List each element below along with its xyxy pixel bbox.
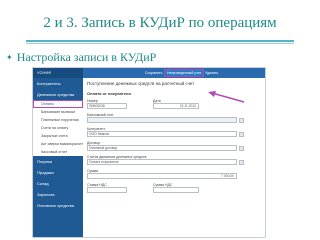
sidebar-subitem-payments[interactable]: Оплаты (33, 100, 83, 108)
sidebar: УСНИФ Контрагенты Денежные средства Опла… (33, 68, 83, 237)
sidebar-item-warehouse[interactable]: Склад (33, 178, 83, 189)
sidebar-item-fixed-assets[interactable]: Основные средства (33, 200, 83, 211)
title-underline-thin (26, 43, 294, 44)
save-button[interactable]: Сохранить (143, 70, 164, 76)
section-title: Оплата от покупателя (87, 91, 131, 96)
cash-flow-item-select-button[interactable] (239, 159, 244, 165)
amount-field[interactable]: 7 000,00 (87, 173, 237, 179)
sidebar-subitem-cash-report[interactable]: Кассовый отчет (33, 148, 83, 156)
bullet-text: Настройка записи в КУДиР (16, 49, 157, 64)
contract-field[interactable]: Основной договор (87, 145, 237, 151)
delete-button[interactable]: Удалить (203, 70, 220, 76)
counterparty-select-button[interactable] (239, 131, 244, 137)
bullet-point: ✦ Настройка записи в КУДиР (6, 49, 156, 65)
bullet-icon: ✦ (6, 52, 13, 62)
sidebar-header[interactable]: УСНИФ (33, 68, 83, 78)
page-title: Поступление денежных средств на расчетны… (87, 81, 195, 86)
slide-title: 2 и 3. Запись в КУДиР по операциям (43, 15, 277, 31)
sidebar-item-salary[interactable]: Зарплата (33, 189, 83, 200)
unposted-accounting-button[interactable]: Непроведенный учет (163, 69, 205, 77)
vat-amount-field[interactable] (153, 187, 199, 193)
sidebar-item-contractors[interactable]: Контрагенты (33, 78, 83, 89)
sidebar-subitem-payment-orders[interactable]: Платежные поручения (33, 116, 83, 124)
toolbar: Сохранить Непроведенный учет Удалить (83, 68, 265, 78)
bank-account-field[interactable] (87, 117, 237, 123)
sidebar-submenu: Оплаты Банковские выписки Платежные пору… (33, 100, 83, 156)
sidebar-item-purchases[interactable]: Покупки (33, 156, 83, 167)
cash-flow-item-field[interactable]: Оплата покупателя (87, 159, 237, 165)
counterparty-field[interactable]: ООО Иванов (87, 131, 237, 137)
date-field[interactable]: 22.11.2012 (153, 103, 199, 109)
sidebar-subitem-reconciliation[interactable]: Акт сверки взаиморасчетов (33, 140, 83, 148)
sidebar-subitem-closed-invoices[interactable]: Закрытые счета (33, 132, 83, 140)
sidebar-item-sales[interactable]: Продажи (33, 167, 83, 178)
pointer-arrow-icon (208, 91, 245, 103)
sidebar-item-money[interactable]: Денежные средства (33, 89, 83, 100)
title-underline (26, 40, 294, 42)
number-field[interactable]: ПКВ00038 (87, 103, 127, 109)
vat-rate-field[interactable] (87, 187, 127, 193)
sidebar-subitem-invoices[interactable]: Счета на оплату (33, 124, 83, 132)
sidebar-subitem-bank-statements[interactable]: Банковские выписки (33, 108, 83, 116)
bank-account-select-button[interactable] (239, 117, 244, 123)
contract-select-button[interactable] (239, 145, 244, 151)
